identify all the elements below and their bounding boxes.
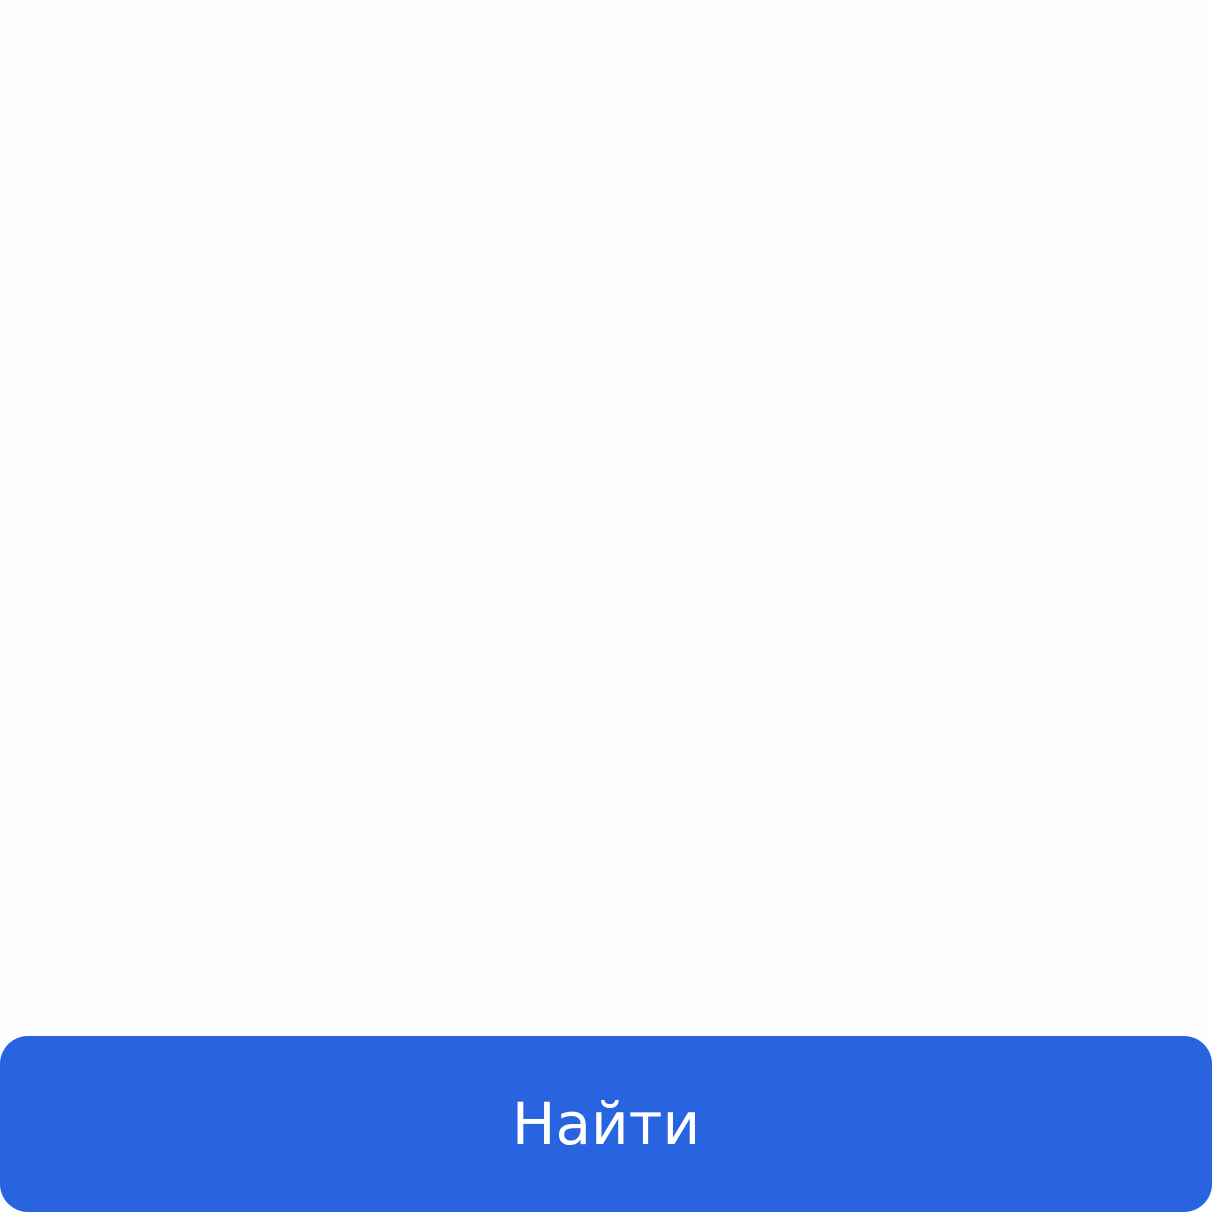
search-button-label: Найти bbox=[511, 1090, 701, 1158]
app-screen: Найти bbox=[0, 0, 1212, 1212]
search-button[interactable]: Найти bbox=[0, 1036, 1212, 1212]
content-area bbox=[0, 0, 1212, 1036]
